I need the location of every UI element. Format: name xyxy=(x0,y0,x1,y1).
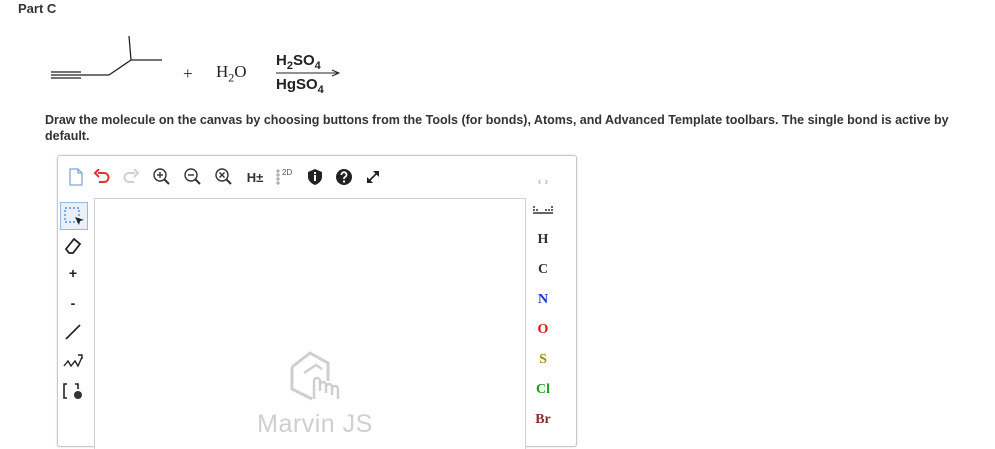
decrease-charge-icon[interactable]: - xyxy=(60,290,86,316)
instructions-text: Draw the molecule on the canvas by choos… xyxy=(45,113,949,143)
zoom-out-icon[interactable] xyxy=(182,166,204,188)
atom-cl-button[interactable]: Cl xyxy=(526,382,560,398)
document-icon[interactable] xyxy=(65,166,87,188)
top-toolbar: H± 2D xyxy=(58,166,388,190)
atom-h-button[interactable]: H xyxy=(526,232,560,248)
zoom-in-icon[interactable] xyxy=(151,166,173,188)
atom-s-button[interactable]: S xyxy=(526,352,560,368)
plus-sign: + xyxy=(183,64,193,83)
bracket-icon[interactable] xyxy=(60,378,86,404)
selection-icon[interactable] xyxy=(60,202,88,230)
undo-icon[interactable] xyxy=(91,166,113,188)
atom-br-button[interactable]: Br xyxy=(526,412,560,428)
zoom-reset-icon[interactable] xyxy=(213,166,235,188)
marvin-watermark: Marvin JS xyxy=(235,347,395,439)
info-icon[interactable] xyxy=(304,166,326,188)
drawing-canvas[interactable]: Marvin JS xyxy=(94,198,526,449)
eraser-icon[interactable] xyxy=(60,232,86,258)
fullscreen-icon[interactable] xyxy=(362,166,384,188)
help-icon[interactable] xyxy=(333,166,355,188)
redo-icon[interactable] xyxy=(120,166,142,188)
water-formula: H2O xyxy=(216,62,247,85)
increase-charge-icon[interactable]: + xyxy=(60,260,86,286)
hydrogen-toggle-icon[interactable]: H± xyxy=(242,166,268,188)
chevron-left-right-icon[interactable]: ‹ › xyxy=(526,176,560,188)
marvin-watermark-text: Marvin JS xyxy=(257,410,373,438)
chain-icon[interactable] xyxy=(60,348,86,374)
part-title: Part C xyxy=(18,1,57,16)
marvin-editor: H± 2D + - Marvin JS ‹ › H C N O S Cl Br xyxy=(57,155,577,449)
atom-c-button[interactable]: C xyxy=(526,262,560,278)
atom-o-button[interactable]: O xyxy=(526,322,560,338)
marvin-hand-icon xyxy=(290,351,340,401)
single-bond-icon[interactable] xyxy=(60,319,86,345)
reagent-mercury-sulfate: HgSO4 xyxy=(276,76,324,96)
clean-2d-icon[interactable]: 2D xyxy=(274,166,298,188)
clean-2d-label: 2D xyxy=(282,168,292,177)
atom-n-button[interactable]: N xyxy=(526,292,560,308)
periodic-table-icon[interactable] xyxy=(526,204,560,223)
